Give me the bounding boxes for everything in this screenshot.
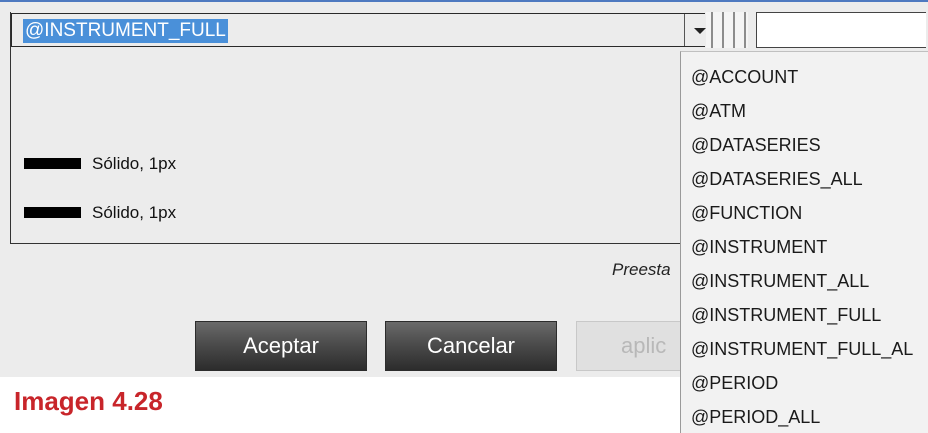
figure-caption: Imagen 4.28 — [14, 386, 163, 416]
cancel-button[interactable]: Cancelar — [385, 321, 557, 371]
splitter-line — [733, 12, 735, 48]
dropdown-item[interactable]: @INSTRUMENT_ALL — [691, 266, 869, 296]
value-input-box[interactable] — [756, 12, 926, 48]
dropdown-item[interactable]: @PERIOD — [691, 368, 778, 398]
combobox-selected-value[interactable]: @INSTRUMENT_FULL — [23, 19, 228, 43]
dropdown-item[interactable]: @INSTRUMENT — [691, 232, 827, 262]
dropdown-item[interactable]: @PERIOD_ALL — [691, 402, 820, 432]
chevron-down-icon — [694, 28, 706, 34]
line-style-label: Sólido, 1px — [92, 203, 177, 222]
dropdown-item[interactable]: @INSTRUMENT_FULL_AL — [691, 334, 913, 364]
apply-button[interactable]: aplic — [576, 321, 686, 371]
dropdown-item[interactable]: @ATM — [691, 96, 746, 126]
combobox-dropdown-list[interactable]: @ACCOUNT @ATM @DATASERIES @DATASERIES_AL… — [680, 51, 928, 433]
dropdown-item[interactable]: @ACCOUNT — [691, 62, 798, 92]
dropdown-item[interactable]: @DATASERIES_ALL — [691, 164, 863, 194]
column-splitter[interactable] — [706, 12, 748, 48]
text-macro-combobox[interactable]: @INSTRUMENT_FULL — [11, 13, 716, 47]
dropdown-item[interactable]: @DATASERIES — [691, 130, 821, 160]
splitter-line — [722, 12, 724, 48]
line-style-label: Sólido, 1px — [92, 154, 177, 173]
line-color-swatch[interactable] — [24, 158, 81, 169]
dropdown-item[interactable]: @FUNCTION — [691, 198, 802, 228]
dropdown-item[interactable]: @INSTRUMENT_FULL — [691, 300, 881, 330]
group-frame-bottom — [10, 243, 680, 244]
line-color-swatch[interactable] — [24, 207, 81, 218]
presets-link[interactable]: Preesta — [612, 260, 671, 280]
splitter-line — [744, 12, 746, 48]
splitter-line — [711, 12, 713, 48]
accept-button[interactable]: Aceptar — [195, 321, 367, 371]
window-top-border — [0, 0, 928, 2]
